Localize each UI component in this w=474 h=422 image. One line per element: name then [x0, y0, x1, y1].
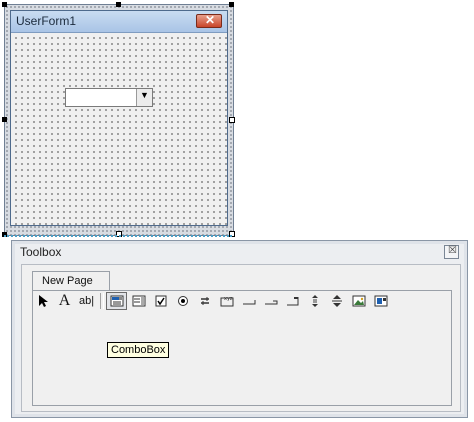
toolbox-tools: A ab| xyz	[32, 292, 392, 310]
userform-close-button[interactable]: ✕	[196, 13, 222, 28]
toolbox-window[interactable]: Toolbox ☒ New Page	[11, 240, 468, 418]
close-icon: ☒	[448, 245, 457, 256]
combobox-control[interactable]: ▼	[65, 88, 153, 107]
combobox-dropdown-button[interactable]: ▼	[136, 89, 152, 106]
combobox-icon[interactable]	[106, 292, 127, 310]
textbox-icon[interactable]: ab|	[76, 292, 97, 310]
scrollbar-icon[interactable]	[304, 292, 325, 310]
resize-handle-right[interactable]	[229, 117, 235, 123]
listbox-icon[interactable]	[128, 292, 149, 310]
resize-handle-top[interactable]	[116, 2, 121, 7]
refedit-icon[interactable]	[370, 292, 391, 310]
label-icon[interactable]: A	[54, 292, 75, 310]
tooltip-combobox: ComboBox	[107, 342, 170, 358]
tab-label: New Page	[42, 275, 93, 287]
resize-handle-top-left[interactable]	[2, 2, 7, 7]
frame-icon[interactable]: xyz	[216, 292, 237, 310]
toolbox-close-button[interactable]: ☒	[444, 245, 459, 259]
userform-window[interactable]: UserForm1 ✕ ▼	[10, 10, 228, 226]
toolbar-separator	[100, 293, 104, 309]
select-objects-icon[interactable]	[32, 292, 53, 310]
resize-handle-left[interactable]	[2, 117, 7, 122]
resize-handle-top-right[interactable]	[229, 2, 234, 7]
tabstrip-icon[interactable]	[260, 292, 281, 310]
optionbutton-icon[interactable]	[172, 292, 193, 310]
tab-new-page[interactable]: New Page	[32, 271, 110, 291]
userform-canvas[interactable]: ▼	[11, 33, 227, 225]
toolbox-panel: New Page	[21, 264, 461, 412]
userform-title: UserForm1	[16, 14, 77, 28]
commandbutton-icon[interactable]	[238, 292, 259, 310]
toolbox-title: Toolbox	[20, 245, 62, 259]
spinbutton-icon[interactable]	[326, 292, 347, 310]
multipage-icon[interactable]	[282, 292, 303, 310]
svg-text:xyz: xyz	[224, 296, 233, 302]
close-icon: ✕	[205, 13, 216, 27]
togglebutton-icon[interactable]	[194, 292, 215, 310]
selection-border	[4, 230, 232, 237]
userform-titlebar[interactable]: UserForm1 ✕	[11, 11, 227, 33]
image-icon[interactable]	[348, 292, 369, 310]
checkbox-icon[interactable]	[150, 292, 171, 310]
chevron-down-icon: ▼	[140, 90, 149, 100]
